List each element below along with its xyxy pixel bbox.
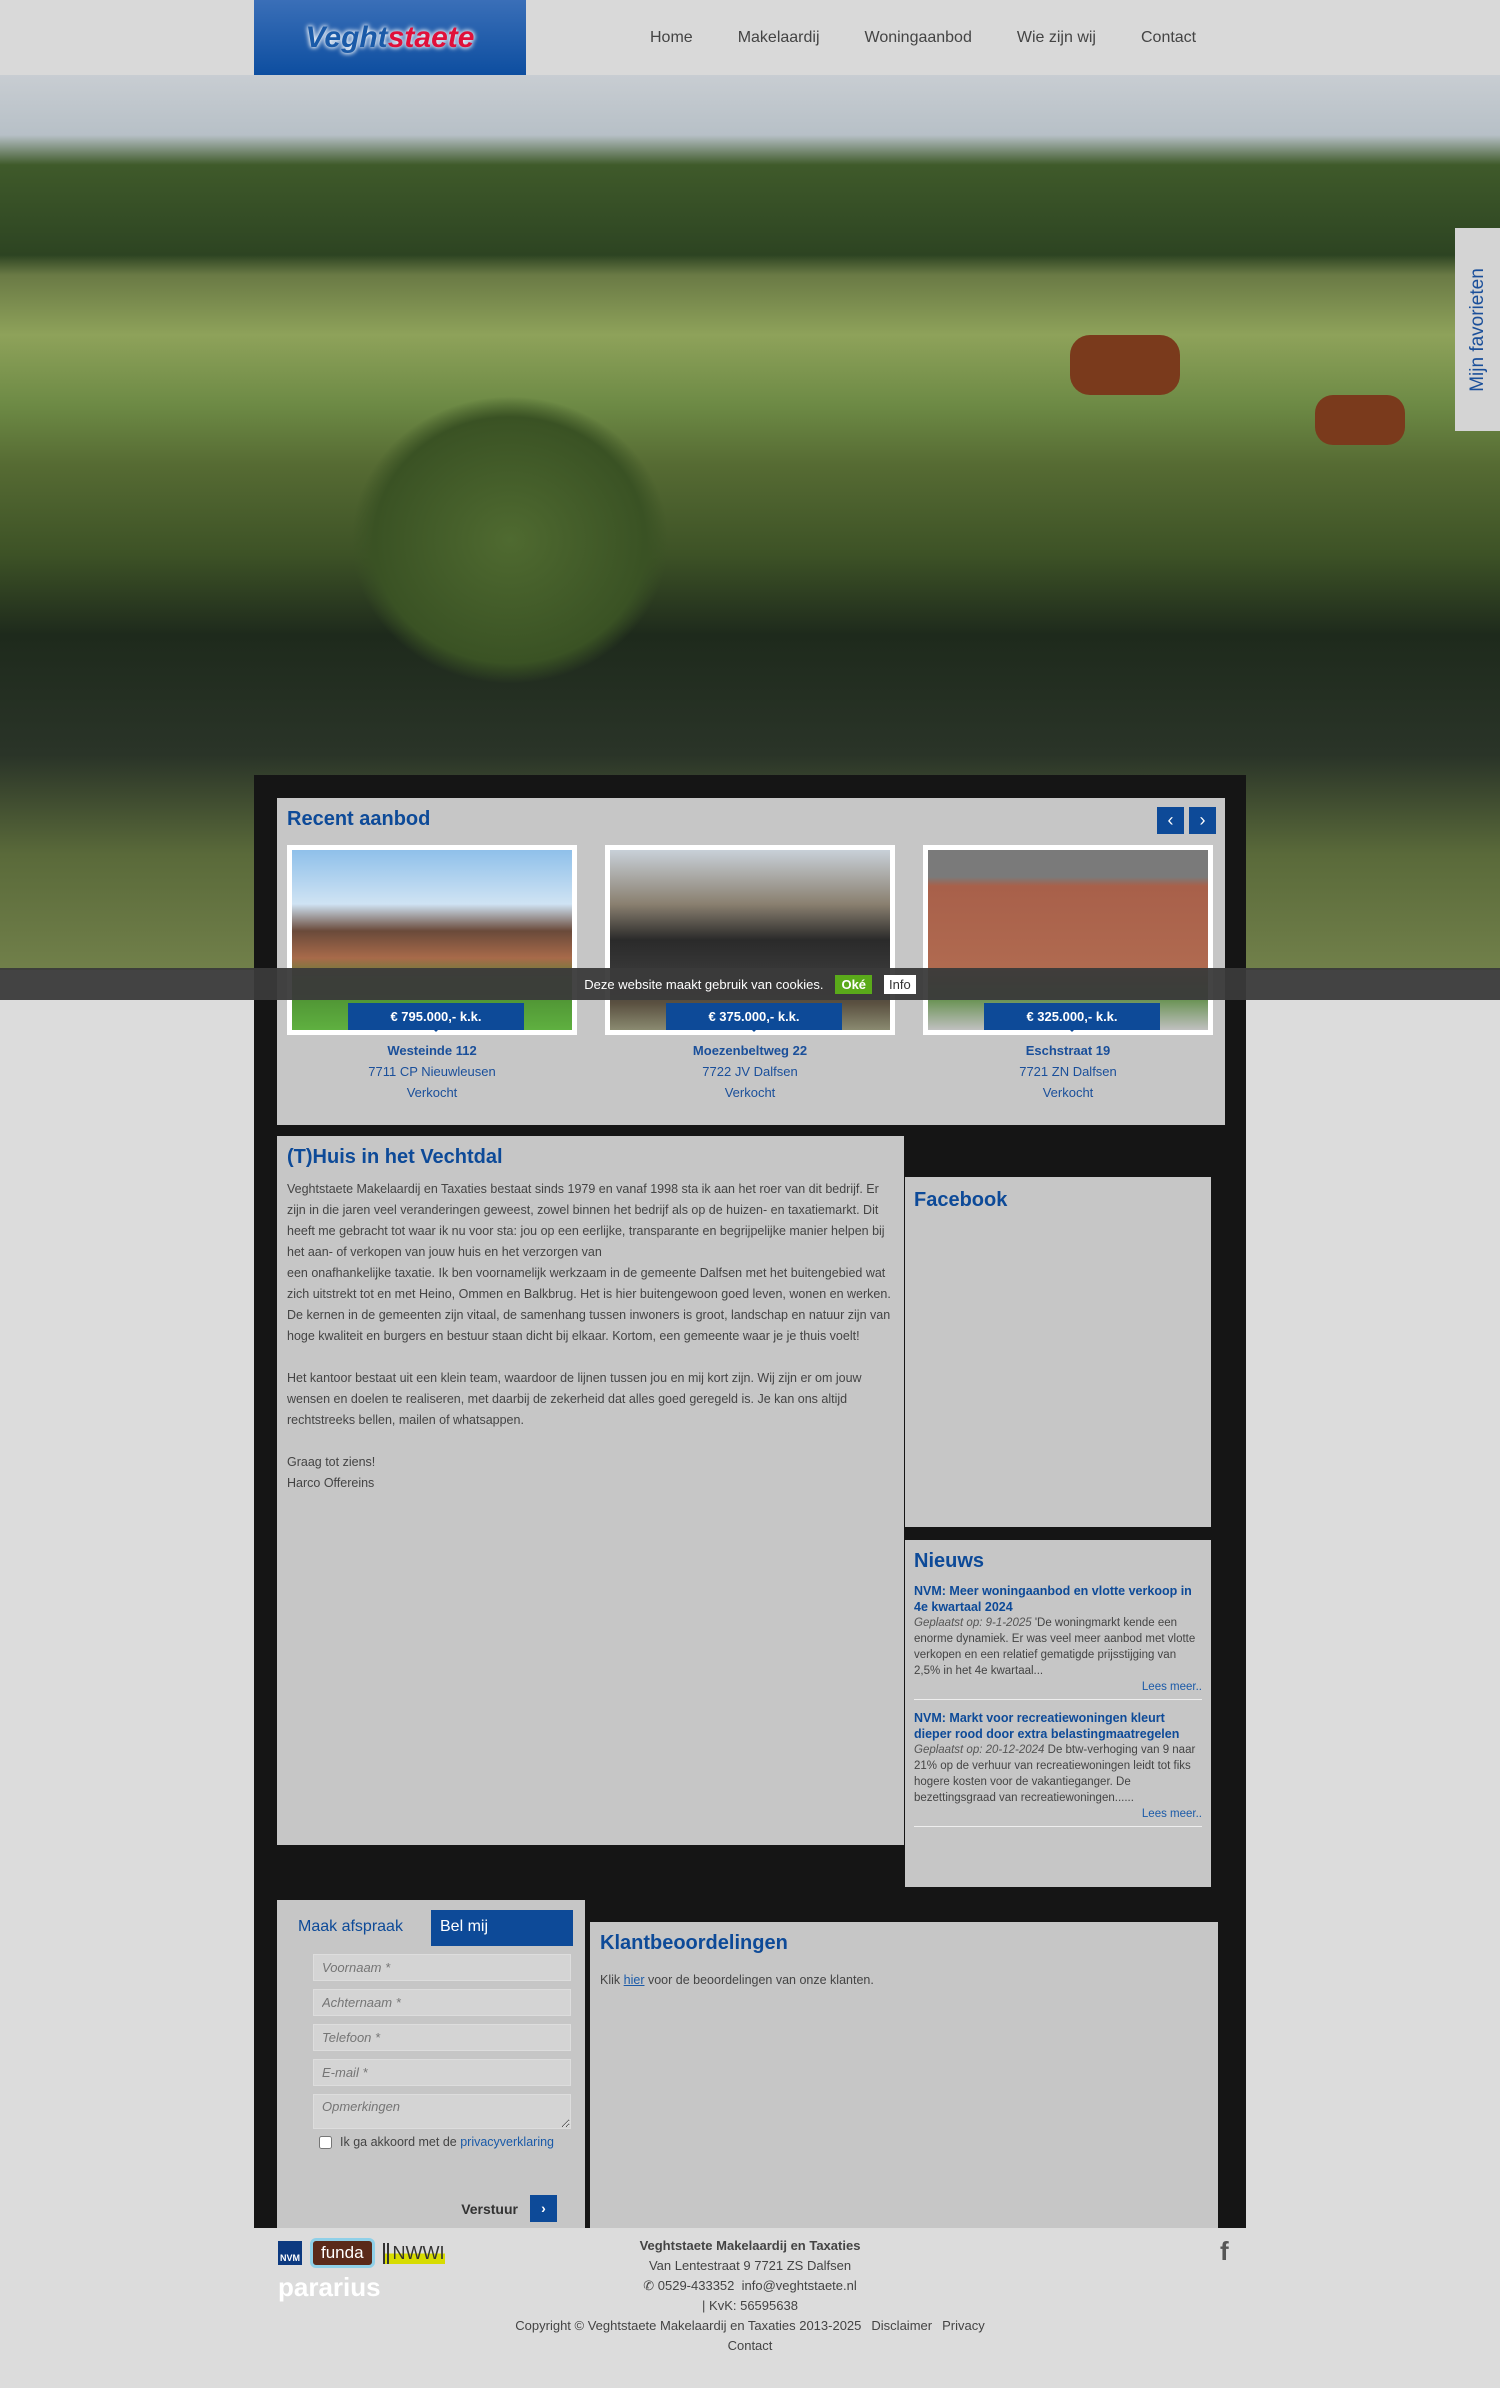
hero-cow bbox=[1315, 395, 1405, 445]
nav-home[interactable]: Home bbox=[650, 29, 693, 47]
recent-listings: Recent aanbod ‹ › € 795.000,- k.k. Weste… bbox=[277, 798, 1225, 1125]
header: Veghtstaete Home Makelaardij Woningaanbo… bbox=[0, 0, 1500, 75]
submit-button[interactable]: Verstuur › bbox=[461, 2195, 557, 2222]
phone-icon: ✆ bbox=[643, 2278, 655, 2293]
facebook-panel: Facebook bbox=[905, 1177, 1211, 1527]
news-item: NVM: Meer woningaanbod en vlotte verkoop… bbox=[914, 1583, 1202, 1700]
footer-email[interactable]: info@veghtstaete.nl bbox=[742, 2278, 857, 2293]
favorites-tab[interactable]: Mijn favorieten bbox=[1455, 228, 1500, 431]
listing-street[interactable]: Eschstraat 19 bbox=[923, 1043, 1213, 1058]
listing-price: € 795.000,- k.k. bbox=[348, 1003, 524, 1032]
nav-woningaanbod[interactable]: Woningaanbod bbox=[865, 29, 972, 47]
listing-status: Verkocht bbox=[1042, 1085, 1094, 1100]
privacy-consent: Ik ga akkoord met de privacyverklaring bbox=[319, 2135, 573, 2149]
listing-city: 7711 CP Nieuwleusen bbox=[368, 1064, 496, 1079]
contact-form: Maak afspraak Bel mij Ik ga akkoord met … bbox=[277, 1900, 585, 2228]
prev-button[interactable]: ‹ bbox=[1157, 807, 1184, 834]
footer-kvk: | KvK: 56595638 bbox=[702, 2298, 798, 2313]
footer-company: Veghtstaete Makelaardij en Taxaties bbox=[639, 2238, 861, 2253]
nav-wie-zijn-wij[interactable]: Wie zijn wij bbox=[1017, 29, 1096, 47]
contact-footer-link[interactable]: Contact bbox=[728, 2338, 773, 2353]
footer: NVM funda NWWI pararius Veghtstaete Make… bbox=[0, 2228, 1500, 2388]
last-name-input[interactable] bbox=[313, 1989, 571, 2016]
disclaimer-link[interactable]: Disclaimer bbox=[871, 2318, 932, 2333]
read-more-link[interactable]: Lees meer.. bbox=[914, 1679, 1202, 1695]
submit-label: Verstuur bbox=[461, 2200, 518, 2217]
chevron-right-icon: › bbox=[530, 2195, 557, 2222]
news-item-date: Geplaatst op: 9-1-2025 bbox=[914, 1617, 1032, 1629]
consent-label: Ik ga akkoord met de bbox=[340, 2135, 457, 2149]
remarks-textarea[interactable] bbox=[313, 2094, 571, 2129]
listing-photo[interactable]: € 795.000,- k.k. bbox=[287, 845, 577, 1035]
listing-city: 7721 ZN Dalfsen bbox=[1019, 1064, 1117, 1079]
news-item-title[interactable]: NVM: Meer woningaanbod en vlotte verkoop… bbox=[914, 1583, 1202, 1615]
email-input[interactable] bbox=[313, 2059, 571, 2086]
listing-photo[interactable]: € 325.000,- k.k. bbox=[923, 845, 1213, 1035]
logo-text: Veght bbox=[305, 20, 388, 54]
listing-price: € 375.000,- k.k. bbox=[666, 1003, 842, 1032]
hero-cow bbox=[1070, 335, 1180, 395]
listing-city: 7722 JV Dalfsen bbox=[702, 1064, 798, 1079]
facebook-icon[interactable]: f bbox=[1220, 2236, 1229, 2267]
read-more-link[interactable]: Lees meer.. bbox=[914, 1806, 1202, 1822]
tab-maak-afspraak[interactable]: Maak afspraak bbox=[289, 1910, 431, 1946]
reviews-link[interactable]: hier bbox=[624, 1973, 645, 1987]
listing-street[interactable]: Westeinde 112 bbox=[287, 1043, 577, 1058]
news-title: Nieuws bbox=[914, 1550, 985, 1572]
next-button[interactable]: › bbox=[1189, 807, 1216, 834]
cookie-info-button[interactable]: Info bbox=[884, 974, 916, 994]
first-name-input[interactable] bbox=[313, 1954, 571, 1981]
news-item: NVM: Markt voor recreatiewoningen kleurt… bbox=[914, 1710, 1202, 1827]
intro-panel: (T)Huis in het Vechtdal Veghtstaete Make… bbox=[277, 1136, 904, 1845]
nav-contact[interactable]: Contact bbox=[1141, 29, 1196, 47]
cookie-text: Deze website maakt gebruik van cookies. bbox=[584, 976, 824, 992]
intro-paragraph: Veghtstaete Makelaardij en Taxaties best… bbox=[287, 1182, 891, 1343]
footer-phone[interactable]: 0529-433352 bbox=[658, 2278, 735, 2293]
intro-signature: Graag tot ziens! Harco Offereins bbox=[287, 1455, 376, 1490]
privacy-link[interactable]: privacyverklaring bbox=[460, 2135, 554, 2149]
intro-paragraph: Het kantoor bestaat uit een klein team, … bbox=[287, 1371, 862, 1427]
footer-copyright: Copyright © Veghtstaete Makelaardij en T… bbox=[515, 2318, 862, 2333]
reviews-title: Klantbeoordelingen bbox=[600, 1932, 788, 1954]
logo-text-accent: staete bbox=[387, 20, 475, 54]
footer-contact: Veghtstaete Makelaardij en Taxaties Van … bbox=[0, 2236, 1500, 2356]
listing-price: € 325.000,- k.k. bbox=[984, 1003, 1160, 1032]
reviews-text-pre: Klik bbox=[600, 1973, 621, 1987]
nav-makelaardij[interactable]: Makelaardij bbox=[738, 29, 820, 47]
listing-photo[interactable]: € 375.000,- k.k. bbox=[605, 845, 895, 1035]
listing-status: Verkocht bbox=[406, 1085, 458, 1100]
intro-title: (T)Huis in het Vechtdal bbox=[287, 1146, 503, 1168]
news-item-title[interactable]: NVM: Markt voor recreatiewoningen kleurt… bbox=[914, 1710, 1202, 1742]
favorites-label: Mijn favorieten bbox=[1466, 267, 1488, 392]
facebook-title: Facebook bbox=[914, 1189, 1008, 1211]
tab-bel-mij[interactable]: Bel mij bbox=[431, 1910, 573, 1946]
listing-street[interactable]: Moezenbeltweg 22 bbox=[605, 1043, 895, 1058]
recent-title: Recent aanbod bbox=[287, 808, 431, 830]
news-item-date: Geplaatst op: 20-12-2024 bbox=[914, 1744, 1045, 1756]
reviews-panel: Klantbeoordelingen Klik hier voor de beo… bbox=[590, 1922, 1218, 2228]
main-nav: Home Makelaardij Woningaanbod Wie zijn w… bbox=[650, 0, 1241, 75]
news-panel: Nieuws NVM: Meer woningaanbod en vlotte … bbox=[905, 1540, 1211, 1887]
logo[interactable]: Veghtstaete bbox=[254, 0, 526, 75]
footer-address: Van Lentestraat 9 7721 ZS Dalfsen bbox=[648, 2258, 852, 2273]
hero-bush bbox=[350, 395, 670, 685]
privacy-footer-link[interactable]: Privacy bbox=[942, 2318, 985, 2333]
reviews-text: Klik hier voor de beoordelingen van onze… bbox=[600, 1973, 1208, 1987]
cookie-ok-button[interactable]: Oké bbox=[835, 974, 873, 994]
reviews-text-post: voor de beoordelingen van onze klanten. bbox=[647, 1973, 874, 1987]
privacy-checkbox[interactable] bbox=[319, 2135, 332, 2149]
listing-status: Verkocht bbox=[724, 1085, 776, 1100]
phone-input[interactable] bbox=[313, 2024, 571, 2051]
cookie-bar: Deze website maakt gebruik van cookies. … bbox=[0, 968, 1500, 1000]
